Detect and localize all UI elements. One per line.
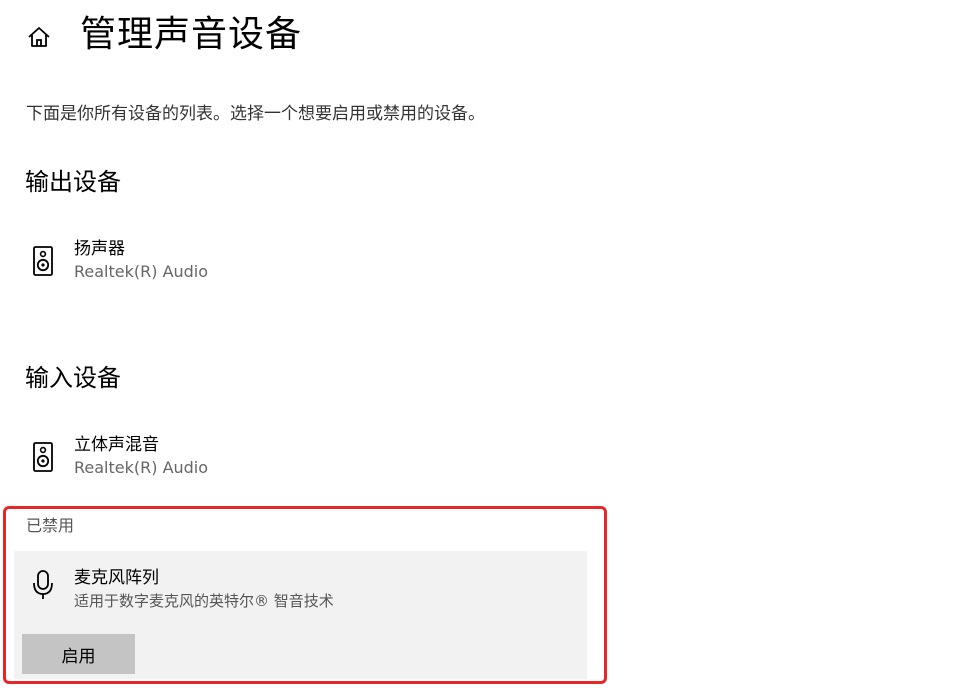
microphone-icon <box>33 570 53 599</box>
speaker-icon <box>33 246 53 276</box>
disabled-device-card[interactable]: 麦克风阵列 适用于数字麦克风的英特尔® 智音技术 启用 <box>14 551 587 679</box>
device-subtitle: Realtek(R) Audio <box>74 262 209 281</box>
sound-devices-page: 管理声音设备 下面是你所有设备的列表。选择一个想要启用或禁用的设备。 输出设备 … <box>0 0 956 691</box>
output-devices-heading: 输出设备 <box>25 168 121 196</box>
disabled-label: 已禁用 <box>26 516 75 535</box>
device-stereo-mix[interactable]: 立体声混音 Realtek(R) Audio <box>24 434 544 482</box>
page-description: 下面是你所有设备的列表。选择一个想要启用或禁用的设备。 <box>26 104 485 124</box>
device-name: 立体声混音 <box>74 435 159 455</box>
device-subtitle: Realtek(R) Audio <box>74 458 209 477</box>
input-devices-heading: 输入设备 <box>25 364 121 392</box>
home-icon[interactable] <box>26 24 52 50</box>
device-name: 麦克风阵列 <box>74 568 159 588</box>
device-name: 扬声器 <box>74 239 125 259</box>
speaker-icon <box>33 442 53 472</box>
page-title: 管理声音设备 <box>80 14 303 55</box>
device-subtitle: 适用于数字麦克风的英特尔® 智音技术 <box>74 592 334 610</box>
enable-button[interactable]: 启用 <box>22 634 135 674</box>
device-speaker[interactable]: 扬声器 Realtek(R) Audio <box>24 238 544 286</box>
